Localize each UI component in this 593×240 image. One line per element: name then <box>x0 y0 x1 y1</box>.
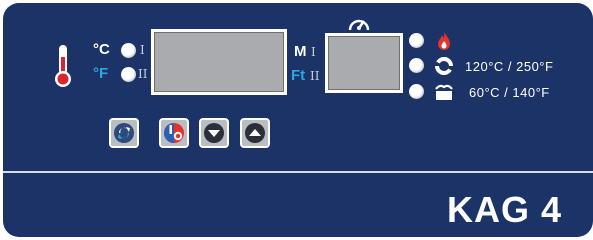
celsius-led <box>121 43 136 58</box>
roman-one-label-right: I <box>311 45 316 59</box>
gauge-icon <box>348 19 370 31</box>
arrow-up-icon <box>245 123 265 143</box>
celsius-label: °C <box>93 41 110 58</box>
up-arrow-button[interactable] <box>240 118 270 148</box>
ft-label: Ft <box>291 67 306 84</box>
power-icon <box>164 123 184 143</box>
control-panel: °C I °F II M I Ft II 120°C / 250°F 60°C … <box>3 3 593 237</box>
preset-60-label: 60°C / 140°F <box>469 85 550 100</box>
fahrenheit-label: °F <box>93 65 109 82</box>
roman-two-label-right: II <box>310 69 320 83</box>
fan-led <box>409 58 424 73</box>
timer-display <box>325 33 403 93</box>
down-arrow-button[interactable] <box>199 118 229 148</box>
arrow-down-icon <box>204 123 224 143</box>
temperature-display <box>151 29 287 95</box>
fan-icon <box>435 56 453 75</box>
divider <box>3 171 593 173</box>
fahrenheit-led <box>121 67 136 82</box>
model-name: KAG 4 <box>447 189 563 230</box>
holding-led <box>409 84 424 99</box>
roman-one-label: I <box>140 43 145 57</box>
flame-icon <box>438 32 450 50</box>
cycle-button[interactable] <box>109 118 139 148</box>
cycle-icon <box>114 123 134 143</box>
on-off-button[interactable] <box>159 118 189 148</box>
preset-120-label: 120°C / 250°F <box>465 59 554 74</box>
flame-led <box>409 33 424 48</box>
thermometer-icon <box>55 45 71 87</box>
holding-cabinet-icon <box>435 84 453 100</box>
m-label: M <box>294 43 307 60</box>
roman-two-label: II <box>138 67 148 81</box>
